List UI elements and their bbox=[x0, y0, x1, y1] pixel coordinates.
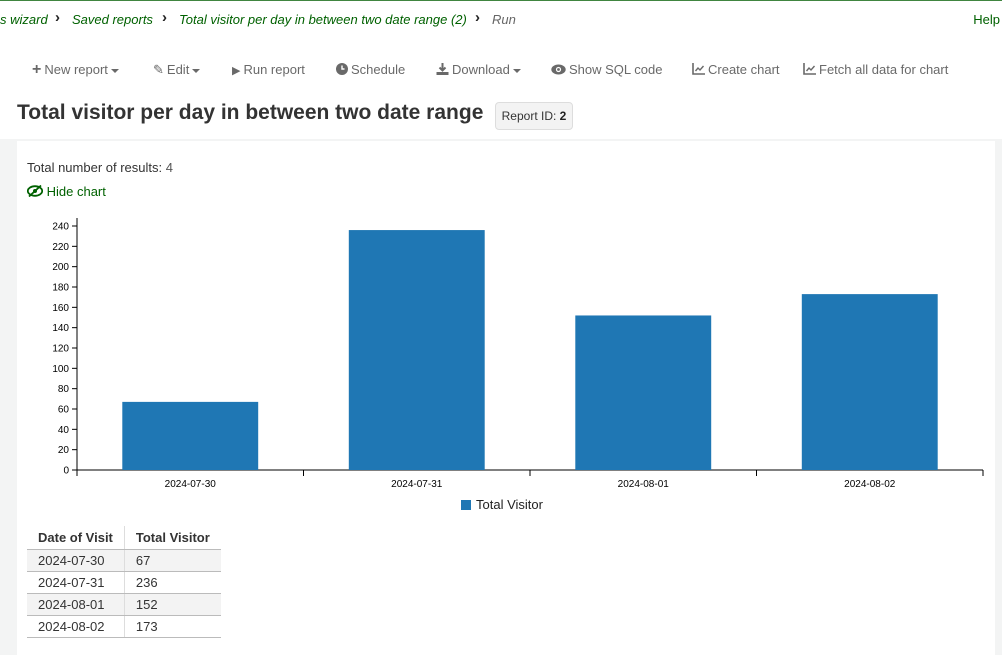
legend-label: Total Visitor bbox=[476, 497, 543, 512]
hide-chart-link[interactable]: Hide chart bbox=[26, 184, 106, 199]
table-cell: 236 bbox=[123, 571, 221, 594]
y-tick-label: 0 bbox=[63, 466, 69, 477]
report-id-label: Report ID: bbox=[501, 109, 557, 123]
breadcrumb-current: Run bbox=[492, 12, 516, 27]
hide-chart-label: Hide chart bbox=[46, 184, 106, 199]
bar bbox=[575, 315, 712, 470]
caret-down-icon bbox=[512, 68, 521, 73]
x-tick-label: 2024-08-02 bbox=[844, 479, 896, 490]
results-panel: Total number of results: 4 Hide chart 0 2… bbox=[17, 141, 995, 655]
total-results: Total number of results: 4 bbox=[27, 160, 173, 175]
chevron-right-icon: › bbox=[475, 9, 480, 26]
fetch-all-data-button[interactable]: Fetch all data for chart bbox=[803, 60, 948, 80]
y-tick-label: 80 bbox=[58, 384, 70, 395]
create-chart-label: Create chart bbox=[708, 62, 780, 77]
pencil-icon: ✎ bbox=[153, 62, 164, 77]
table-cell: 2024-08-01 bbox=[27, 593, 125, 616]
x-tick-label: 2024-07-30 bbox=[165, 479, 217, 490]
edit-label: Edit bbox=[166, 62, 190, 77]
run-report-label: Run report bbox=[243, 62, 305, 77]
table-header-row: Date of Visit Total Visitor bbox=[27, 526, 221, 550]
report-id-value: 2 bbox=[559, 109, 567, 123]
column-header-total[interactable]: Total Visitor bbox=[123, 526, 221, 550]
schedule-button[interactable]: Schedule bbox=[336, 60, 405, 80]
y-tick-label: 180 bbox=[52, 283, 69, 294]
download-icon bbox=[436, 60, 449, 80]
table-cell: 2024-07-31 bbox=[27, 571, 125, 594]
breadcrumb: s wizard › Saved reports › Total visitor… bbox=[0, 0, 1002, 38]
y-tick-label: 140 bbox=[52, 323, 69, 334]
y-tick-label: 40 bbox=[58, 425, 70, 436]
page-background bbox=[995, 141, 1002, 655]
total-results-value: 4 bbox=[165, 160, 173, 175]
chart-line-icon bbox=[803, 60, 816, 80]
table-row: 2024-08-01 152 bbox=[27, 593, 221, 616]
plus-icon: + bbox=[32, 61, 42, 78]
table-row: 2024-07-30 67 bbox=[27, 549, 221, 572]
create-chart-button[interactable]: Create chart bbox=[692, 60, 780, 80]
fetch-all-data-label: Fetch all data for chart bbox=[819, 62, 949, 77]
eye-slash-icon bbox=[26, 184, 47, 199]
y-tick-label: 240 bbox=[52, 222, 69, 233]
report-id-badge: Report ID: 2 bbox=[495, 102, 573, 130]
table-row: 2024-07-31 236 bbox=[27, 571, 221, 594]
eye-icon bbox=[551, 60, 566, 80]
table-cell: 2024-07-30 bbox=[27, 549, 125, 572]
show-sql-button[interactable]: Show SQL code bbox=[551, 60, 662, 80]
show-sql-label: Show SQL code bbox=[569, 62, 663, 77]
page-title: Total visitor per day in between two dat… bbox=[17, 101, 484, 124]
page-background bbox=[0, 141, 17, 655]
new-report-label: New report bbox=[44, 62, 108, 77]
legend-swatch bbox=[461, 500, 471, 510]
download-label: Download bbox=[452, 62, 510, 77]
caret-down-icon bbox=[110, 68, 119, 73]
new-report-button[interactable]: + New report bbox=[32, 60, 119, 80]
breadcrumb-report-link[interactable]: Total visitor per day in between two dat… bbox=[179, 12, 467, 27]
x-tick-label: 2024-07-31 bbox=[391, 479, 443, 490]
y-tick-label: 20 bbox=[58, 445, 70, 456]
play-icon: ▶ bbox=[232, 65, 241, 77]
x-tick-label: 2024-08-01 bbox=[618, 479, 670, 490]
table-row: 2024-08-02 173 bbox=[27, 615, 221, 638]
clock-icon bbox=[336, 60, 348, 80]
table-cell: 67 bbox=[123, 549, 221, 572]
results-table: Date of Visit Total Visitor 2024-07-30 6… bbox=[27, 526, 221, 638]
chart-legend: Total Visitor bbox=[461, 497, 543, 512]
table-cell: 2024-08-02 bbox=[27, 615, 125, 638]
y-tick-label: 220 bbox=[52, 242, 69, 253]
download-button[interactable]: Download bbox=[436, 60, 521, 80]
chevron-right-icon: › bbox=[162, 9, 167, 26]
table-cell: 152 bbox=[123, 593, 221, 616]
edit-button[interactable]: ✎ Edit bbox=[153, 60, 201, 80]
breadcrumb-saved-reports-link[interactable]: Saved reports bbox=[72, 12, 153, 27]
schedule-label: Schedule bbox=[351, 62, 406, 77]
y-tick-label: 160 bbox=[52, 303, 69, 314]
bar bbox=[122, 401, 259, 470]
caret-down-icon bbox=[192, 68, 201, 73]
y-tick-label: 120 bbox=[52, 344, 69, 355]
bar bbox=[348, 230, 485, 470]
y-tick-label: 60 bbox=[58, 405, 70, 416]
run-report-button[interactable]: ▶ Run report bbox=[232, 60, 305, 81]
total-results-label: Total number of results: bbox=[27, 160, 163, 175]
help-link[interactable]: Help bbox=[973, 12, 1000, 27]
bar bbox=[801, 294, 938, 470]
y-tick-label: 100 bbox=[52, 364, 69, 375]
column-header-date[interactable]: Date of Visit bbox=[27, 526, 125, 550]
chart-line-icon bbox=[692, 60, 705, 80]
y-tick-label: 200 bbox=[52, 262, 69, 273]
chevron-right-icon: › bbox=[55, 9, 60, 26]
table-cell: 173 bbox=[123, 615, 221, 638]
breadcrumb-wizard-link[interactable]: s wizard bbox=[0, 12, 48, 27]
bar-chart: 0 20 40 60 80 100 120 140 160 180 200 220 240 2024-07… bbox=[52, 218, 984, 490]
